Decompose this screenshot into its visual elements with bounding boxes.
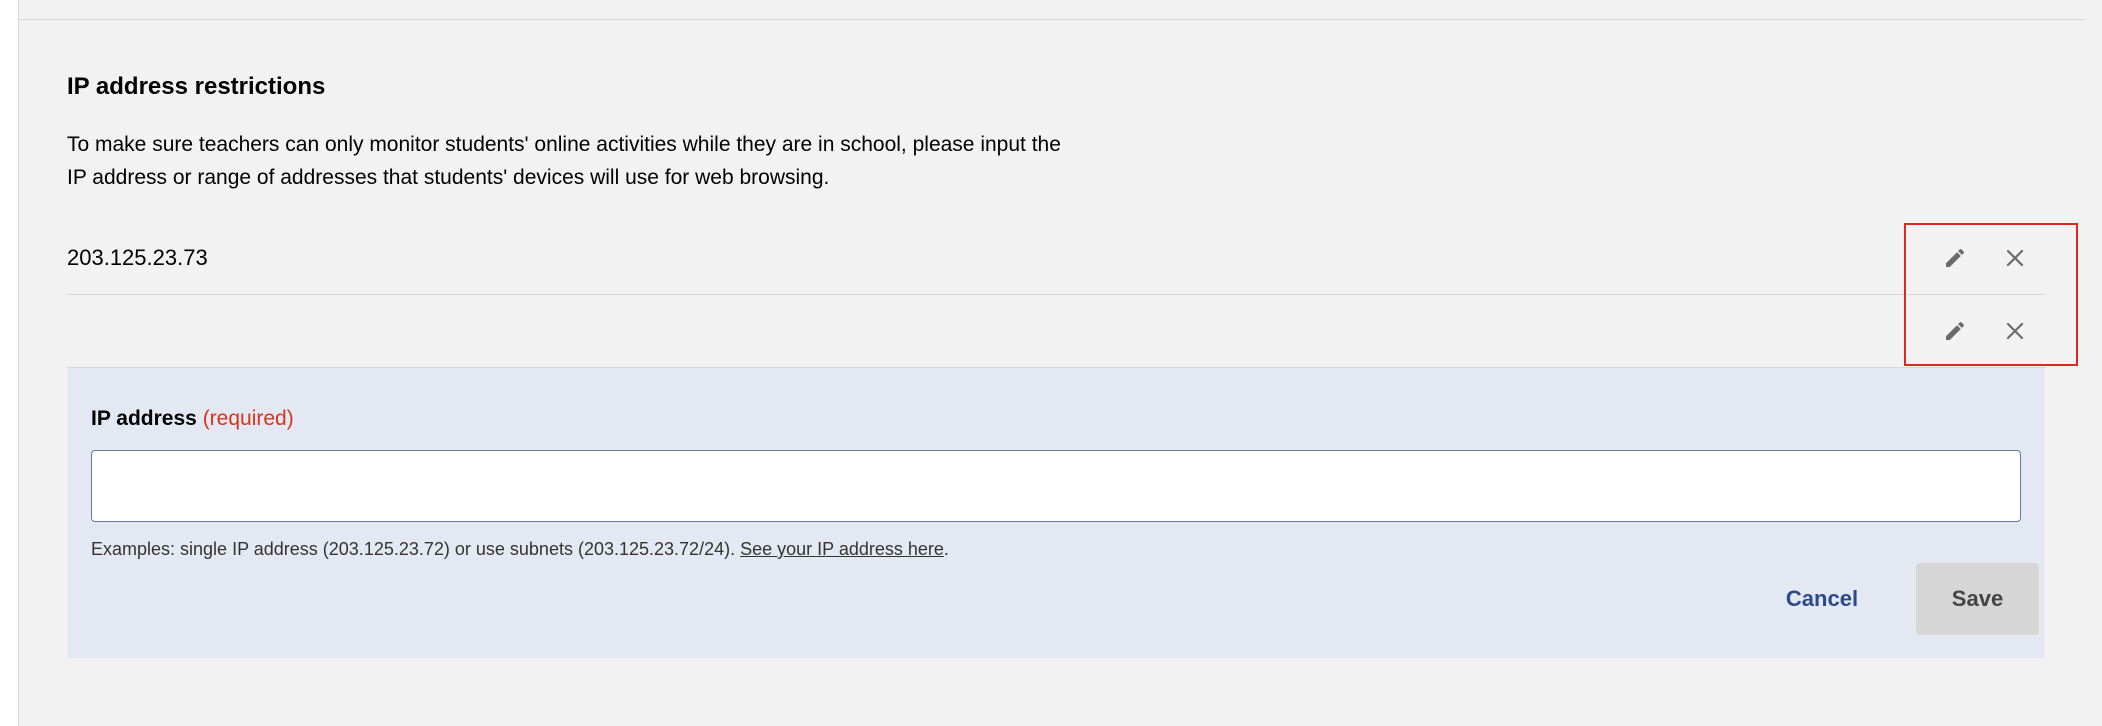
ip-address-value: 203.125.23.73 <box>67 245 208 270</box>
ip-list-row: 203.125.23.73 <box>67 222 2045 295</box>
save-button[interactable]: Save <box>1916 563 2039 635</box>
top-divider <box>19 19 2085 20</box>
field-label-text: IP address <box>91 407 197 430</box>
section-description: To make sure teachers can only monitor s… <box>67 133 1061 189</box>
pencil-icon[interactable] <box>1939 242 1971 274</box>
section-title: IP address restrictions <box>67 73 326 100</box>
hint-text: Examples: single IP address (203.125.23.… <box>91 537 949 561</box>
row-actions <box>1915 295 2045 367</box>
ip-list-row <box>67 295 2045 368</box>
hint-prefix: Examples: single IP address (203.125.23.… <box>91 539 741 559</box>
close-icon[interactable] <box>1999 242 2031 274</box>
cancel-button[interactable]: Cancel <box>1757 563 1887 635</box>
page: IP address restrictions To make sure tea… <box>18 0 2102 726</box>
hint-suffix: . <box>943 539 949 559</box>
close-icon[interactable] <box>1999 315 2031 347</box>
ip-address-form: IP address (required) Examples: single I… <box>67 368 2045 658</box>
ip-address-input[interactable] <box>91 450 2021 522</box>
row-actions <box>1915 222 2045 294</box>
pencil-icon[interactable] <box>1939 315 1971 347</box>
see-ip-address-link[interactable]: See your IP address here <box>740 539 944 559</box>
ip-address-label: IP address (required) <box>91 406 294 432</box>
required-indicator: (required) <box>202 407 294 430</box>
